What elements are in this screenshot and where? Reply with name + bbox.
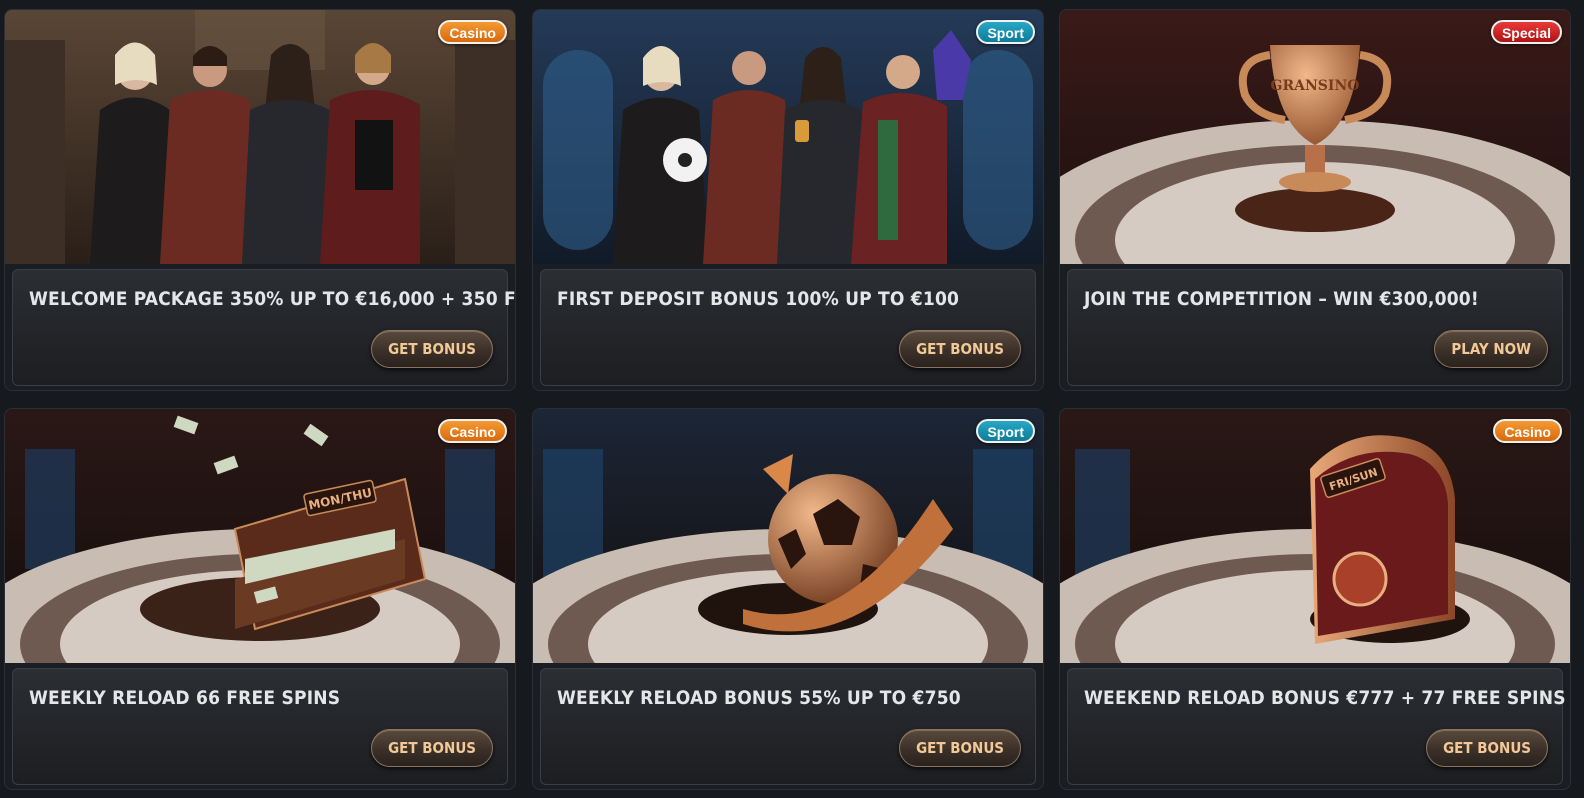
promo-title: WELCOME PACKAGE 350% UP TO €16,000 + 350…	[29, 288, 516, 310]
category-badge: Special	[1490, 20, 1562, 44]
promo-title: WEEKLY RELOAD BONUS 55% UP TO €750	[557, 687, 961, 709]
get-bonus-button[interactable]: GET BONUS	[1426, 729, 1548, 767]
promo-panel: WEEKLY RELOAD BONUS 55% UP TO €750 GET B…	[540, 668, 1036, 785]
promo-title: WEEKLY RELOAD 66 FREE SPINS	[29, 687, 341, 709]
promo-title: JOIN THE COMPETITION – WIN €300,000!	[1084, 288, 1479, 310]
play-now-button[interactable]: PLAY NOW	[1434, 330, 1548, 368]
get-bonus-button[interactable]: GET BONUS	[899, 729, 1021, 767]
get-bonus-button[interactable]: GET BONUS	[371, 330, 493, 368]
promo-card[interactable]: FRI/SUN Casino WEEKEND RELOAD BONUS €777…	[1059, 408, 1571, 790]
promo-card[interactable]: Sport WEEKLY RELOAD BONUS 55% UP TO €750…	[532, 408, 1044, 790]
category-badge: Casino	[1493, 419, 1562, 443]
promo-image: MON/THU Casino	[5, 409, 515, 663]
promo-card[interactable]: Casino WELCOME PACKAGE 350% UP TO €16,00…	[4, 9, 516, 391]
category-badge: Sport	[976, 20, 1035, 44]
promo-panel: WEEKLY RELOAD 66 FREE SPINS GET BONUS	[12, 668, 508, 785]
promo-panel: FIRST DEPOSIT BONUS 100% UP TO €100 GET …	[540, 269, 1036, 386]
promo-card[interactable]: GRANSINO Special JOIN THE COMPETITION – …	[1059, 9, 1571, 391]
promo-card[interactable]: Sport FIRST DEPOSIT BONUS 100% UP TO €10…	[532, 9, 1044, 391]
promo-card[interactable]: MON/THU Casino WEEKLY RELOAD 66 FREE SPI…	[4, 408, 516, 790]
trophy-logo: GRANSINO	[1271, 78, 1360, 94]
get-bonus-button[interactable]: GET BONUS	[371, 729, 493, 767]
promo-image: Sport	[533, 10, 1043, 264]
category-badge: Casino	[438, 20, 507, 44]
promo-image: Sport	[533, 409, 1043, 663]
category-badge: Sport	[976, 419, 1035, 443]
promo-image: FRI/SUN Casino	[1060, 409, 1570, 663]
promo-title: FIRST DEPOSIT BONUS 100% UP TO €100	[557, 288, 960, 310]
promo-panel: JOIN THE COMPETITION – WIN €300,000! PLA…	[1067, 269, 1563, 386]
category-badge: Casino	[438, 419, 507, 443]
promo-panel: WEEKEND RELOAD BONUS €777 + 77 FREE SPIN…	[1067, 668, 1566, 785]
promo-image: GRANSINO Special	[1060, 10, 1570, 264]
promo-title: WEEKEND RELOAD BONUS €777 + 77 FREE SPIN…	[1084, 687, 1566, 709]
get-bonus-button[interactable]: GET BONUS	[899, 330, 1021, 368]
promo-panel: WELCOME PACKAGE 350% UP TO €16,000 + 350…	[12, 269, 515, 386]
promo-image: Casino	[5, 10, 515, 264]
